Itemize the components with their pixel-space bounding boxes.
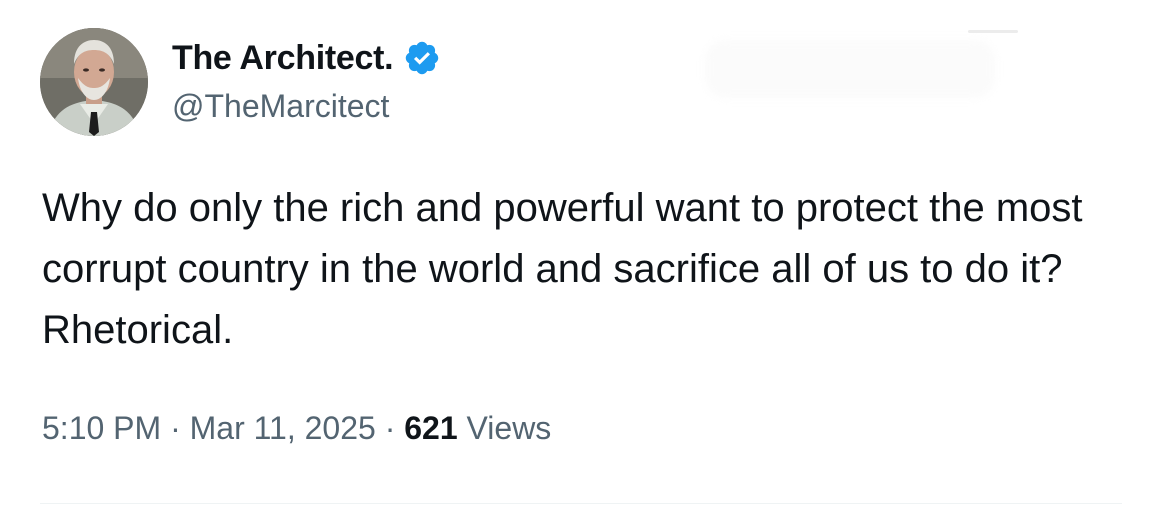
tweet-time[interactable]: 5:10 PM: [42, 410, 161, 446]
avatar[interactable]: [40, 28, 148, 136]
blurred-region: [705, 40, 995, 98]
author-name-row[interactable]: The Architect.: [172, 36, 441, 80]
avatar-portrait: [40, 28, 148, 136]
views-count: 621: [404, 410, 458, 446]
meta-separator: ·: [384, 410, 396, 446]
faint-mark: [968, 30, 1018, 33]
author-handle[interactable]: @TheMarcitect: [172, 88, 389, 125]
verified-badge-icon: [403, 39, 441, 77]
tweet-meta: 5:10 PM · Mar 11, 2025 · 621 Views: [42, 410, 551, 447]
author-display-name[interactable]: The Architect.: [172, 39, 394, 78]
divider: [40, 503, 1122, 504]
meta-separator: ·: [170, 410, 181, 446]
tweet-text: Why do only the rich and powerful want t…: [42, 186, 1083, 352]
views-label: Views: [466, 410, 552, 446]
tweet-card: The Architect. @TheMarcitect Why do only…: [0, 0, 1162, 510]
tweet-date[interactable]: Mar 11, 2025: [190, 410, 376, 446]
